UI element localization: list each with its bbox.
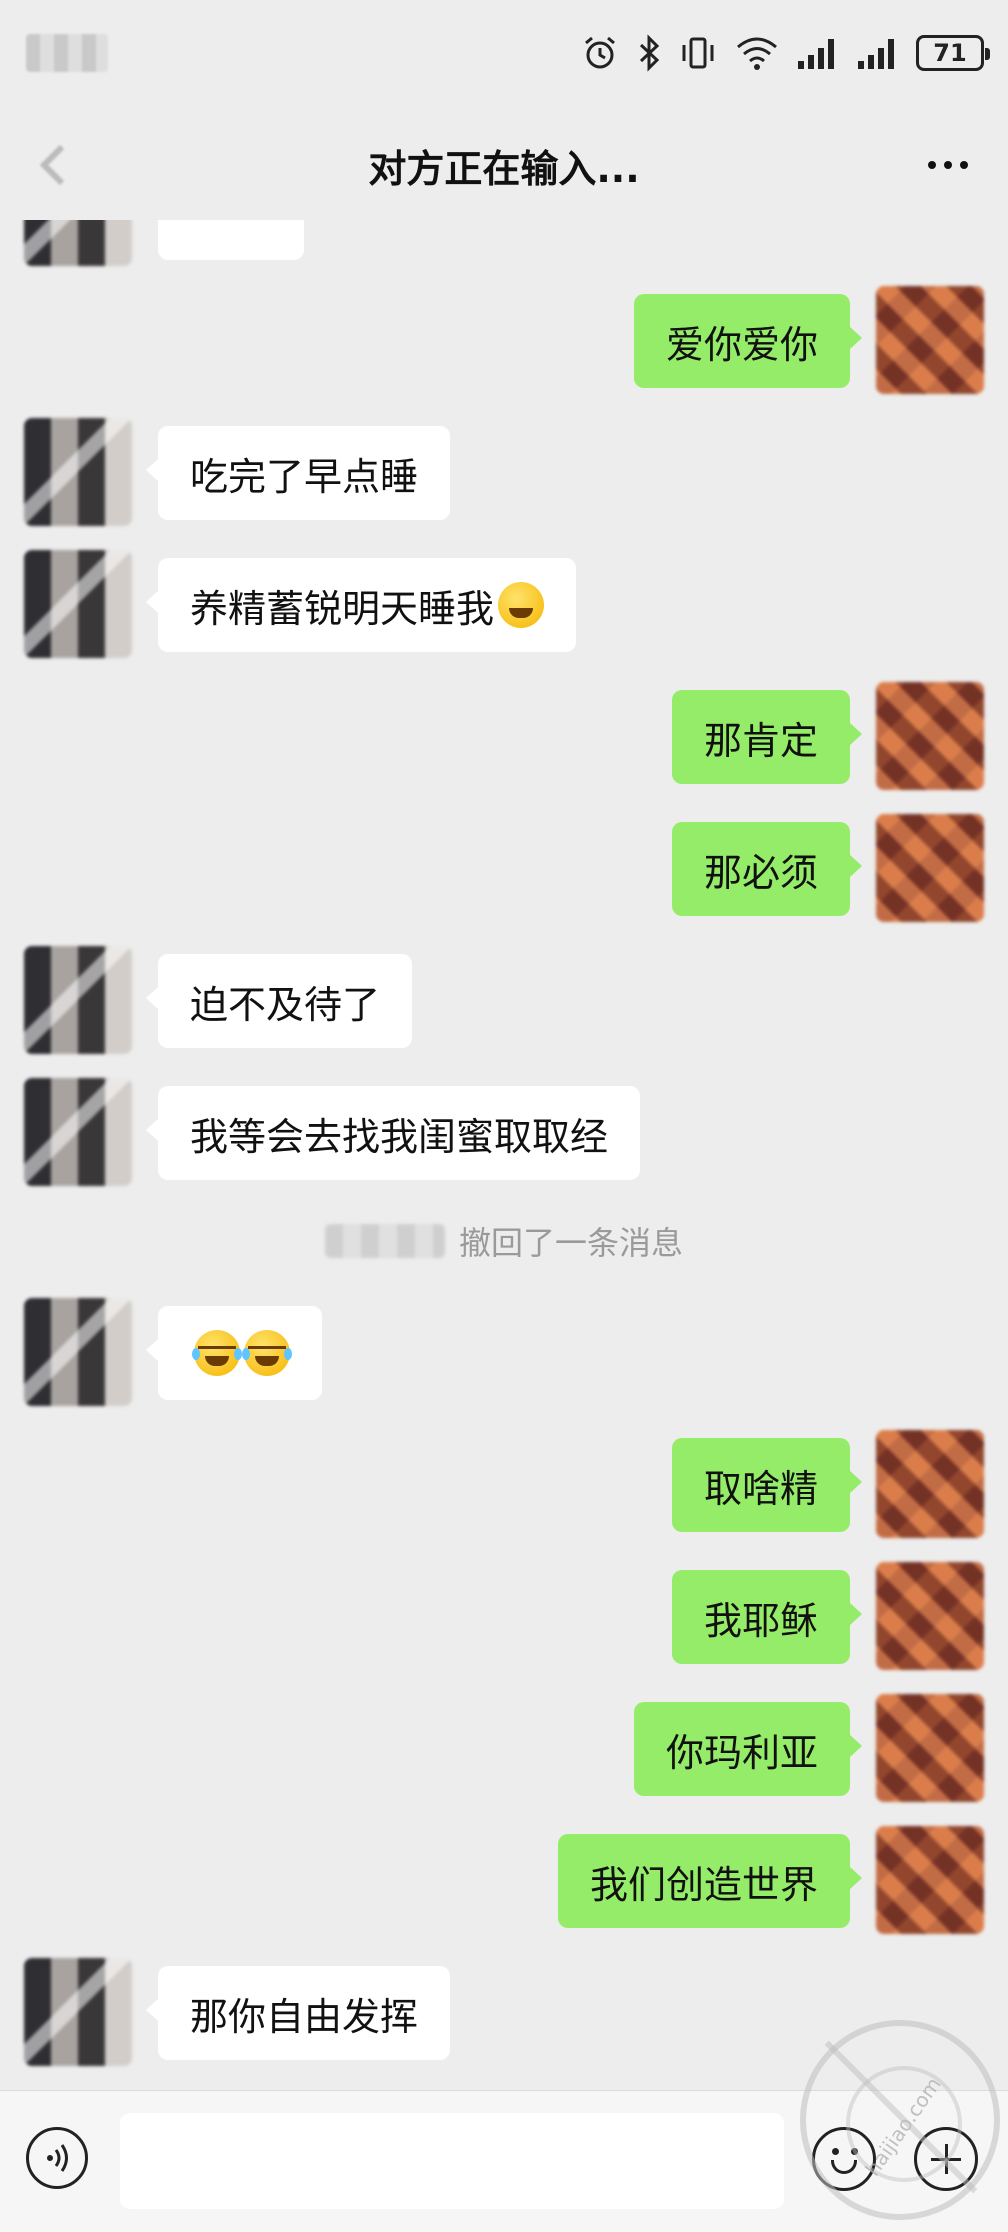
message-text: 取啥精: [703, 1466, 818, 1511]
message-bubble[interactable]: 我们创造世界: [557, 1834, 863, 1928]
more-button[interactable]: [918, 140, 978, 190]
message-self: 爱你爱你: [0, 286, 1008, 394]
message-bubble[interactable]: 我耶稣: [671, 1570, 863, 1664]
message-bubble[interactable]: 爱你爱你: [633, 294, 863, 388]
alarm-icon: [580, 33, 620, 73]
message-bubble[interactable]: 迫不及待了: [145, 954, 413, 1048]
input-bar: [0, 2090, 1008, 2232]
avatar[interactable]: [876, 1826, 984, 1934]
message-text: 爱你爱你: [665, 322, 818, 367]
avatar[interactable]: [24, 220, 132, 266]
avatar[interactable]: [24, 1298, 132, 1406]
status-bar: 71: [0, 0, 1008, 110]
message-other: 吃完了早点睡: [0, 418, 1008, 526]
chat-header: 对方正在输入...: [0, 110, 1008, 220]
message-bubble[interactable]: 那肯定: [671, 690, 863, 784]
avatar[interactable]: [24, 550, 132, 658]
avatar[interactable]: [876, 814, 984, 922]
message-text: 我们创造世界: [589, 1862, 818, 1907]
avatar[interactable]: [24, 418, 132, 526]
avatar[interactable]: [876, 682, 984, 790]
message-bubble[interactable]: 那你自由发挥: [145, 1966, 451, 2060]
message-text: 那必须: [703, 850, 818, 895]
message-text: 我耶稣: [703, 1598, 818, 1643]
message-other: 我等会去找我闺蜜取取经: [0, 1078, 1008, 1186]
message-bubble[interactable]: 你玛利亚: [633, 1702, 863, 1796]
avatar[interactable]: [876, 1562, 984, 1670]
more-icon: [928, 161, 936, 169]
recall-text: 撤回了一条消息: [458, 1224, 683, 1262]
bluetooth-icon: [636, 33, 662, 73]
avatar[interactable]: [24, 946, 132, 1054]
recall-notice: 撤回了一条消息: [0, 1216, 1008, 1266]
message-self: 那肯定: [0, 682, 1008, 790]
message-bubble[interactable]: 养精蓄锐明天睡我: [145, 558, 577, 652]
message-bubble[interactable]: [146, 220, 304, 260]
face-with-tears-of-joy-emoji: [192, 1330, 242, 1376]
message-text: 养精蓄锐明天睡我: [190, 586, 495, 631]
avatar[interactable]: [24, 1958, 132, 2066]
voice-icon: [47, 2144, 68, 2172]
message-bubble[interactable]: 我等会去找我闺蜜取取经: [145, 1086, 641, 1180]
message-text: 那你自由发挥: [190, 1994, 419, 2039]
message-text: 那肯定: [703, 718, 818, 763]
emoji-icon: [832, 2148, 839, 2155]
status-time-blurred: [26, 34, 108, 72]
message-text: 吃完了早点睡: [190, 454, 419, 499]
message-bubble[interactable]: [146, 1306, 322, 1400]
message-other: [0, 1298, 1008, 1406]
face-with-hand-over-mouth-emoji: [498, 582, 545, 628]
plus-button[interactable]: [914, 2127, 978, 2191]
message-self: 那必须: [0, 814, 1008, 922]
message-other: [0, 220, 1008, 266]
wifi-icon: [734, 33, 780, 73]
avatar[interactable]: [876, 1694, 984, 1802]
message-self: 你玛利亚: [0, 1694, 1008, 1802]
battery-level: 71: [933, 39, 967, 67]
signal-icon: [856, 35, 900, 71]
avatar[interactable]: [876, 1430, 984, 1538]
avatar[interactable]: [876, 286, 984, 394]
chat-message-list[interactable]: 爱你爱你 吃完了早点睡 养精蓄锐明天睡我 那肯定 那必须 迫不及待了 我等会去找…: [0, 220, 1008, 2090]
message-self: 我们创造世界: [0, 1826, 1008, 1934]
avatar[interactable]: [24, 1078, 132, 1186]
message-self: 我耶稣: [0, 1562, 1008, 1670]
message-text: 我等会去找我闺蜜取取经: [190, 1114, 609, 1159]
vibrate-icon: [678, 33, 718, 73]
message-other: 养精蓄锐明天睡我: [0, 550, 1008, 658]
message-bubble[interactable]: 吃完了早点睡: [145, 426, 451, 520]
signal-icon: [796, 35, 840, 71]
message-input[interactable]: [120, 2113, 784, 2209]
recall-sender-blurred: [324, 1224, 445, 1258]
face-with-tears-of-joy-emoji: [242, 1330, 292, 1376]
chat-title: 对方正在输入...: [368, 147, 640, 191]
message-self: 取啥精: [0, 1430, 1008, 1538]
message-other: 迫不及待了: [0, 946, 1008, 1054]
message-text: 你玛利亚: [665, 1730, 818, 1775]
message-bubble[interactable]: 那必须: [671, 822, 863, 916]
message-bubble[interactable]: 取啥精: [671, 1438, 863, 1532]
message-other: 那你自由发挥: [0, 1958, 1008, 2066]
message-text: 迫不及待了: [190, 982, 381, 1027]
emoji-button[interactable]: [812, 2127, 876, 2191]
battery-icon: 71: [916, 35, 990, 71]
voice-button[interactable]: [26, 2127, 88, 2189]
status-icons: 71: [580, 28, 990, 78]
